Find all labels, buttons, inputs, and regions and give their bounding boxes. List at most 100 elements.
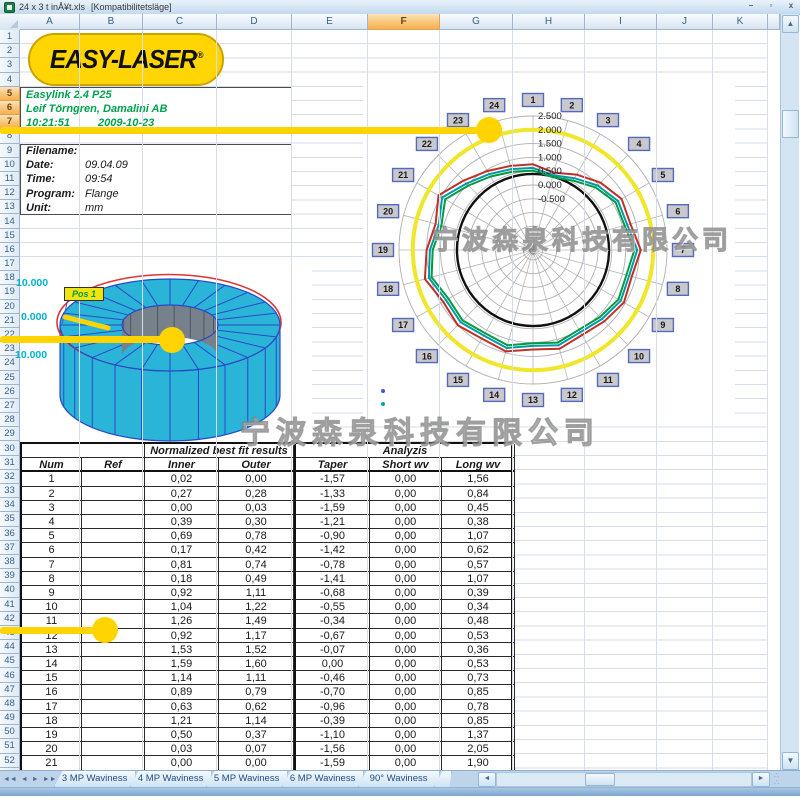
table-row-4-col-0[interactable]: 4 xyxy=(22,515,82,529)
table-row-16-col-6[interactable]: 0,85 xyxy=(442,685,515,699)
row-header-12[interactable]: 12 xyxy=(0,186,20,200)
column-header-D[interactable]: D xyxy=(217,14,292,30)
table-row-7-col-6[interactable]: 0,57 xyxy=(442,558,515,572)
table-row-7-col-4[interactable]: -0,78 xyxy=(294,558,370,572)
table-row-16-col-5[interactable]: 0,00 xyxy=(370,685,442,699)
table-row-21-col-4[interactable]: -1,59 xyxy=(294,756,370,770)
table-row-15-col-6[interactable]: 0,73 xyxy=(442,671,515,685)
table-row-4-col-4[interactable]: -1,21 xyxy=(294,515,370,529)
table-row-9-col-0[interactable]: 9 xyxy=(22,586,82,600)
table-row-5-col-3[interactable]: 0,78 xyxy=(219,529,294,543)
table-row-8-col-6[interactable]: 1,07 xyxy=(442,572,515,586)
table-row-21-col-5[interactable]: 0,00 xyxy=(370,756,442,770)
table-row-17-col-2[interactable]: 0,63 xyxy=(145,700,219,714)
column-header-C[interactable]: C xyxy=(143,14,217,30)
table-row-8-col-5[interactable]: 0,00 xyxy=(370,572,442,586)
row-header-17[interactable]: 17 xyxy=(0,257,20,271)
table-row-6-col-6[interactable]: 0,62 xyxy=(442,543,515,557)
table-row-1-col-1[interactable] xyxy=(82,472,145,486)
table-row-4-col-5[interactable]: 0,00 xyxy=(370,515,442,529)
table-row-12-col-4[interactable]: -0,67 xyxy=(294,629,370,643)
row-header-48[interactable]: 48 xyxy=(0,697,20,711)
table-row-19-col-2[interactable]: 0,50 xyxy=(145,728,219,742)
table-row-9-col-4[interactable]: -0,68 xyxy=(294,586,370,600)
table-row-14-col-2[interactable]: 1,59 xyxy=(145,657,219,671)
prev-sheet-icon[interactable]: ◄ xyxy=(21,776,28,783)
sheet-tab-3-mp-waviness[interactable]: 3 MP Waviness xyxy=(54,771,136,788)
table-row-12-col-6[interactable]: 0,53 xyxy=(442,629,515,643)
table-row-18-col-0[interactable]: 18 xyxy=(22,714,82,728)
row-header-21[interactable]: 21 xyxy=(0,314,20,328)
table-row-13-col-4[interactable]: -0,07 xyxy=(294,643,370,657)
table-row-1-col-3[interactable]: 0,00 xyxy=(219,472,294,486)
row-header-40[interactable]: 40 xyxy=(0,583,20,597)
table-row-8-col-3[interactable]: 0,49 xyxy=(219,572,294,586)
row-header-30[interactable]: 30 xyxy=(0,441,20,455)
table-row-1-col-2[interactable]: 0,02 xyxy=(145,472,219,486)
row-header-32[interactable]: 32 xyxy=(0,470,20,484)
scroll-up-icon[interactable]: ▲ xyxy=(782,15,799,33)
table-row-4-col-6[interactable]: 0,38 xyxy=(442,515,515,529)
row-header-45[interactable]: 45 xyxy=(0,654,20,668)
table-row-6-col-5[interactable]: 0,00 xyxy=(370,543,442,557)
table-row-2-col-1[interactable] xyxy=(82,487,145,501)
column-header-H[interactable]: H xyxy=(513,14,585,30)
table-row-21-col-1[interactable] xyxy=(82,756,145,770)
table-row-15-col-2[interactable]: 1,14 xyxy=(145,671,219,685)
table-row-3-col-5[interactable]: 0,00 xyxy=(370,501,442,515)
table-row-17-col-0[interactable]: 17 xyxy=(22,700,82,714)
table-row-11-col-3[interactable]: 1,49 xyxy=(219,614,294,628)
table-row-2-col-2[interactable]: 0,27 xyxy=(145,487,219,501)
row-header-13[interactable]: 13 xyxy=(0,200,20,214)
table-row-21-col-3[interactable]: 0,00 xyxy=(219,756,294,770)
table-row-3-col-2[interactable]: 0,00 xyxy=(145,501,219,515)
table-row-15-col-1[interactable] xyxy=(82,671,145,685)
table-row-2-col-3[interactable]: 0,28 xyxy=(219,487,294,501)
horizontal-scrollbar[interactable] xyxy=(496,772,752,787)
table-row-6-col-1[interactable] xyxy=(82,543,145,557)
table-row-15-col-4[interactable]: -0,46 xyxy=(294,671,370,685)
table-row-12-col-3[interactable]: 1,17 xyxy=(219,629,294,643)
row-header-28[interactable]: 28 xyxy=(0,413,20,427)
table-row-13-col-0[interactable]: 13 xyxy=(22,643,82,657)
table-row-2-col-4[interactable]: -1,33 xyxy=(294,487,370,501)
table-row-3-col-6[interactable]: 0,45 xyxy=(442,501,515,515)
table-row-13-col-1[interactable] xyxy=(82,643,145,657)
table-corner-cell[interactable] xyxy=(22,444,145,458)
table-row-19-col-5[interactable]: 0,00 xyxy=(370,728,442,742)
title-bar[interactable]: 24 x 3 t inÅ¥t.xls [Kompatibilitetsläge]… xyxy=(0,0,800,15)
table-row-1-col-5[interactable]: 0,00 xyxy=(370,472,442,486)
table-row-5-col-6[interactable]: 1,07 xyxy=(442,529,515,543)
restore-icon[interactable]: ▫ xyxy=(764,1,778,11)
hscroll-right-icon[interactable]: ► xyxy=(752,772,770,787)
horizontal-scroll-thumb[interactable] xyxy=(585,773,615,786)
table-row-6-col-4[interactable]: -1,42 xyxy=(294,543,370,557)
table-row-11-col-4[interactable]: -0,34 xyxy=(294,614,370,628)
row-header-47[interactable]: 47 xyxy=(0,683,20,697)
table-row-17-col-1[interactable] xyxy=(82,700,145,714)
table-row-18-col-3[interactable]: 1,14 xyxy=(219,714,294,728)
row-header-11[interactable]: 11 xyxy=(0,172,20,186)
sheet-tab-5-mp-waviness[interactable]: 5 MP Waviness xyxy=(206,771,288,788)
vertical-scrollbar[interactable]: ▲ ▼ xyxy=(780,14,799,770)
table-row-21-col-2[interactable]: 0,00 xyxy=(145,756,219,770)
table-row-9-col-1[interactable] xyxy=(82,586,145,600)
table-row-4-col-3[interactable]: 0,30 xyxy=(219,515,294,529)
row-header-50[interactable]: 50 xyxy=(0,725,20,739)
table-row-20-col-0[interactable]: 20 xyxy=(22,742,82,756)
table-row-11-col-6[interactable]: 0,48 xyxy=(442,614,515,628)
row-header-5[interactable]: 5 xyxy=(0,87,20,101)
table-row-6-col-0[interactable]: 6 xyxy=(22,543,82,557)
first-sheet-icon[interactable]: ◄◄ xyxy=(3,776,17,783)
table-row-1-col-4[interactable]: -1,57 xyxy=(294,472,370,486)
table-row-10-col-2[interactable]: 1,04 xyxy=(145,600,219,614)
table-row-5-col-0[interactable]: 5 xyxy=(22,529,82,543)
table-row-14-col-4[interactable]: 0,00 xyxy=(294,657,370,671)
row-header-16[interactable]: 16 xyxy=(0,243,20,257)
row-header-25[interactable]: 25 xyxy=(0,371,20,385)
table-row-1-col-6[interactable]: 1,56 xyxy=(442,472,515,486)
row-header-34[interactable]: 34 xyxy=(0,498,20,512)
row-header-39[interactable]: 39 xyxy=(0,569,20,583)
table-row-15-col-5[interactable]: 0,00 xyxy=(370,671,442,685)
table-row-6-col-2[interactable]: 0,17 xyxy=(145,543,219,557)
